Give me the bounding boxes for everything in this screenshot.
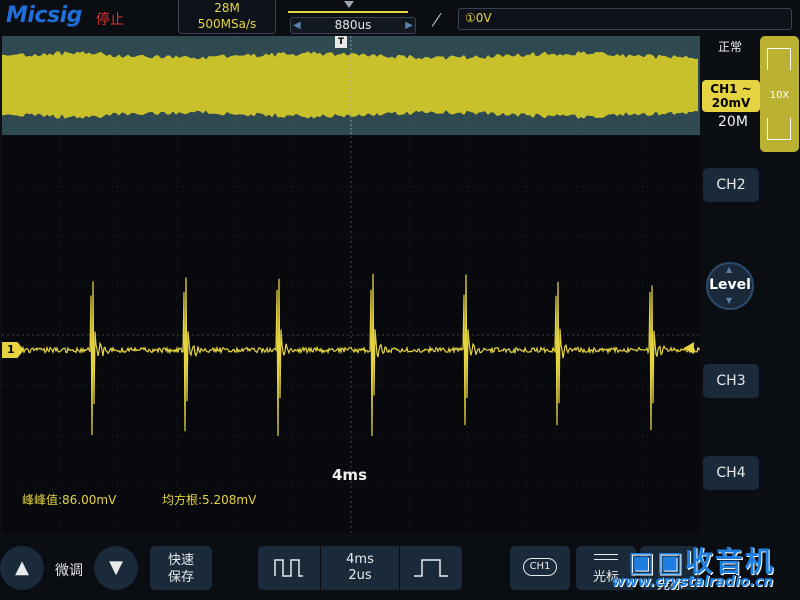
single-pulse-icon — [400, 546, 462, 590]
ch4-button[interactable]: CH4 — [703, 456, 759, 490]
bottom-toolbar: ▲ 微调 ▼ 快速 保存 4ms 2us CH1 光标 光标 ▣▣收音机 www… — [0, 536, 800, 600]
triangle-down-icon: ▼ — [109, 557, 123, 578]
ch1-bandwidth: 20M — [718, 114, 748, 130]
probe-ratio: 10X — [760, 90, 799, 101]
ch1-chip-button[interactable]: CH1 — [510, 546, 570, 590]
sample-rate: 500MSa/s — [179, 16, 275, 32]
timebase-main: 4ms — [321, 552, 399, 568]
triangle-up-icon: ▲ — [15, 557, 29, 578]
top-status-bar: Micsig 停止 28M 500MSa/s ◀ 880us ▶ / ①0V — [0, 0, 800, 36]
chevron-right-icon[interactable]: ▶ — [405, 18, 413, 33]
pulse-high-icon[interactable] — [767, 48, 791, 70]
rising-edge-icon[interactable]: / — [431, 10, 443, 29]
chevron-left-icon[interactable]: ◀ — [293, 18, 301, 33]
pulse-train-icon — [258, 546, 320, 590]
trigger-position-field[interactable]: ◀ 880us ▶ — [290, 17, 416, 34]
overview-trigger-marker-icon: T — [335, 36, 347, 48]
horizontal-position-control[interactable]: ◀ 880us ▶ — [280, 0, 420, 34]
trigger-level-marker-icon[interactable] — [684, 342, 694, 354]
quick-save-line1: 快速 — [150, 552, 212, 569]
timebase-group: 4ms 2us — [258, 546, 462, 590]
chevron-down-icon[interactable]: ▼ — [726, 296, 732, 305]
quick-save-button[interactable]: 快速 保存 — [150, 546, 212, 590]
waveform-overview[interactable]: T T — [2, 36, 700, 135]
cursor-icon — [594, 554, 618, 560]
timebase-zoom: 2us — [321, 568, 399, 584]
ch1-scale: 20mV — [706, 96, 756, 110]
memory-depth: 28M — [179, 0, 275, 16]
ch1-chip-icon: CH1 — [523, 558, 557, 576]
horizontal-position-track — [288, 11, 408, 13]
ch1-name: CH1 ~ — [706, 82, 756, 96]
trigger-position-value: 880us — [335, 18, 372, 32]
watermark-url: www.crystalradio.cn — [612, 574, 773, 590]
fine-down-button[interactable]: ▼ — [94, 546, 138, 590]
trigger-position-marker-icon[interactable] — [344, 1, 354, 8]
overview-waveform — [2, 36, 700, 135]
ch2-button[interactable]: CH2 — [703, 168, 759, 202]
trigger-level-value: ①0V — [465, 11, 492, 25]
run-stop-status[interactable]: 停止 — [96, 9, 124, 29]
probe-panel[interactable]: 10X — [760, 36, 799, 152]
oscilloscope-screen[interactable]: 1 4ms 峰峰值:86.00mV 均方根:5.208mV — [2, 136, 700, 534]
ch3-button[interactable]: CH3 — [703, 364, 759, 398]
brand-logo: Micsig — [6, 3, 82, 28]
timebase-label: 4ms — [332, 466, 367, 484]
level-label: Level — [708, 277, 752, 293]
fine-adjust-label: 微调 — [55, 560, 83, 580]
trigger-level-field[interactable]: ①0V — [458, 8, 792, 30]
pulse-low-icon[interactable] — [767, 118, 791, 140]
measurement-rms[interactable]: 均方根:5.208mV — [162, 491, 256, 508]
timebase-decrease-button[interactable] — [258, 546, 320, 590]
acquisition-settings[interactable]: 28M 500MSa/s — [178, 0, 276, 34]
trigger-mode-status: 正常 — [718, 38, 742, 55]
level-knob[interactable]: ▲ Level ▼ — [706, 262, 754, 310]
timebase-increase-button[interactable] — [400, 546, 462, 590]
fine-up-button[interactable]: ▲ — [0, 546, 44, 590]
right-control-panel: 正常 CH1 ~ 20mV 20M 10X CH2 ▲ Level ▼ CH3 … — [700, 36, 800, 536]
measurement-peak-to-peak[interactable]: 峰峰值:86.00mV — [22, 491, 116, 508]
ch1-settings-button[interactable]: CH1 ~ 20mV — [702, 80, 760, 112]
chevron-up-icon[interactable]: ▲ — [726, 265, 732, 274]
quick-save-line2: 保存 — [150, 569, 212, 586]
timebase-readout[interactable]: 4ms 2us — [320, 546, 400, 590]
